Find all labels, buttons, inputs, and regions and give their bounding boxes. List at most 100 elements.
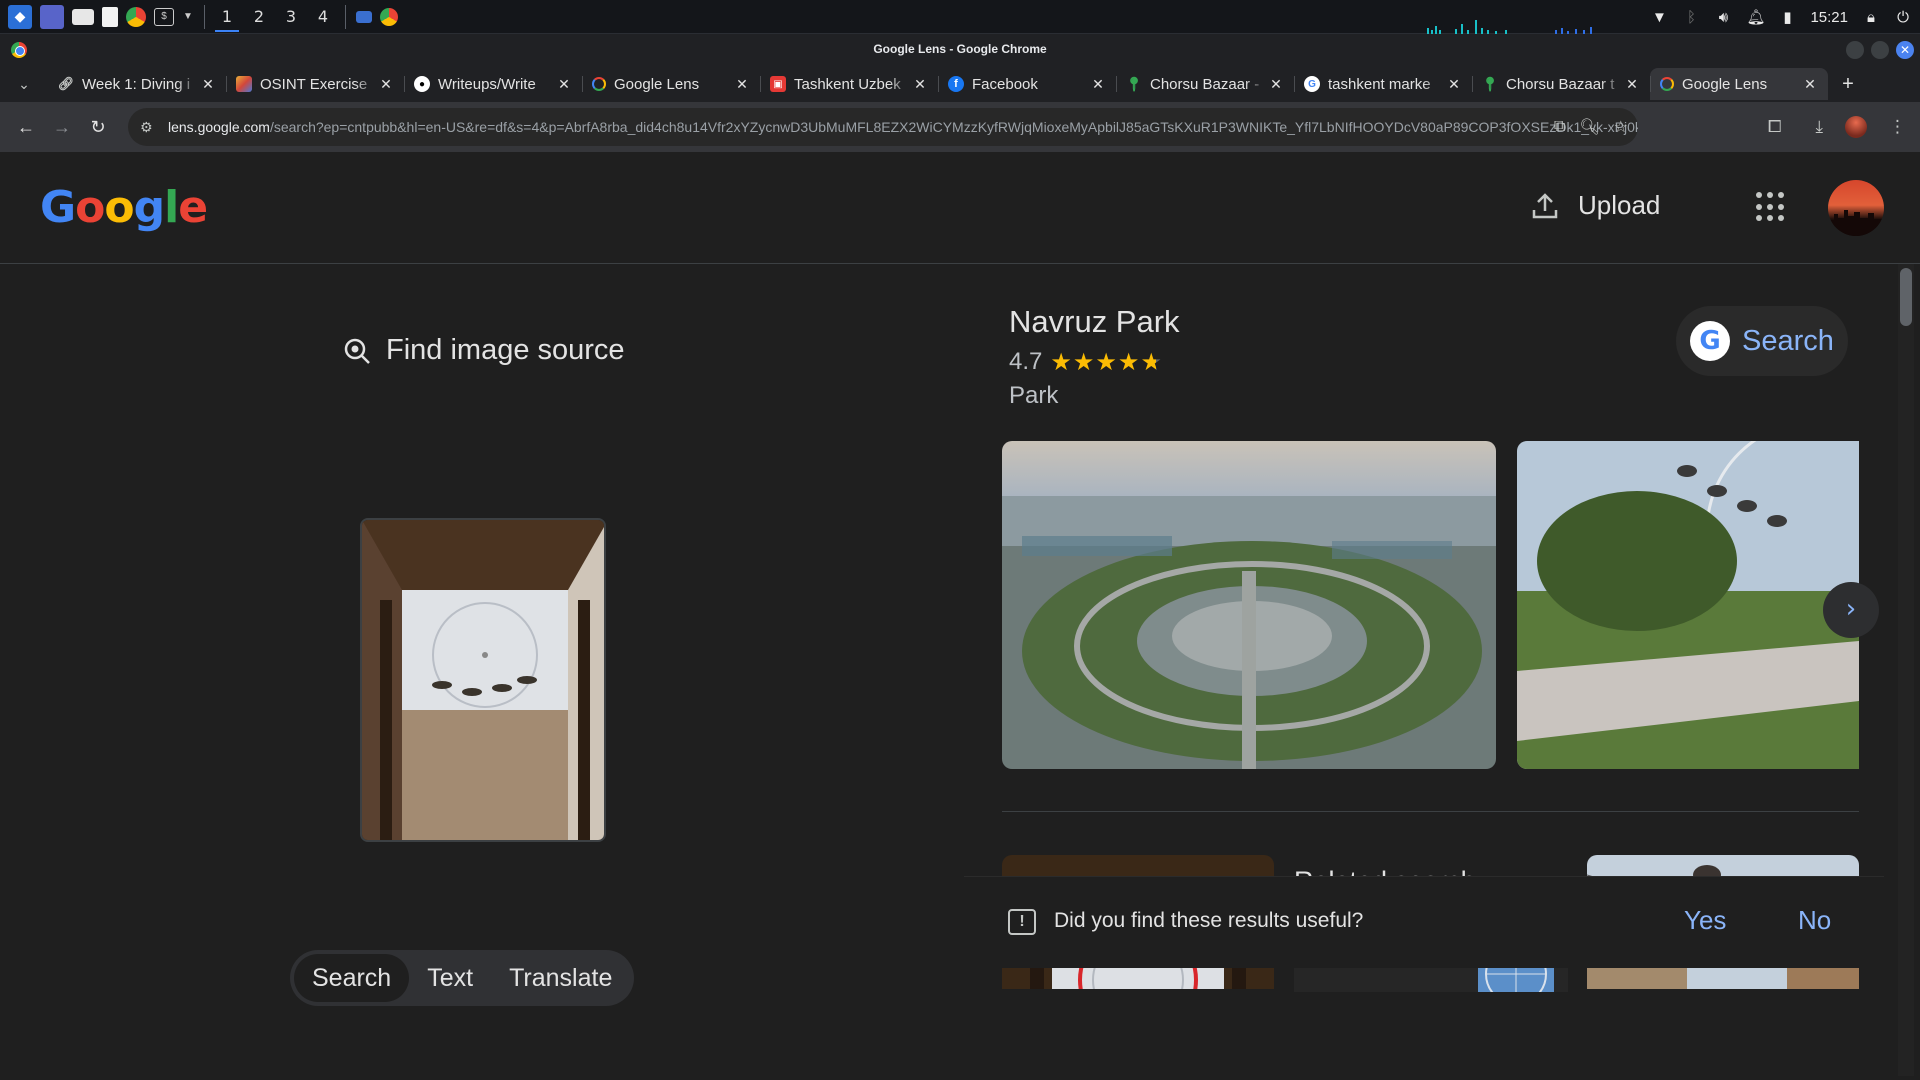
close-tab-icon[interactable]: ✕: [378, 76, 394, 93]
facebook-icon: f: [948, 76, 964, 92]
mode-search-tab[interactable]: Search: [294, 954, 410, 1002]
workspace-1[interactable]: 1: [211, 0, 243, 34]
upload-icon: [1532, 192, 1558, 218]
back-arrow-icon[interactable]: ←: [8, 117, 44, 138]
close-tab-icon[interactable]: ✕: [1446, 76, 1462, 93]
search-button-label: Search: [1742, 324, 1834, 357]
place-type: Park: [1009, 382, 1059, 409]
maximize-button[interactable]: [1871, 41, 1889, 59]
chrome-menu-icon[interactable]: ⋮: [1889, 117, 1906, 137]
upload-button[interactable]: Upload: [1530, 190, 1660, 221]
power-icon[interactable]: ⏻: [1894, 9, 1912, 26]
result-photo-ferris-wheel[interactable]: [1517, 441, 1859, 769]
desktop-icon[interactable]: [40, 4, 64, 29]
wifi-icon[interactable]: ▼: [1650, 9, 1668, 26]
upload-label: Upload: [1578, 190, 1661, 220]
document-viewer-icon[interactable]: [102, 6, 118, 27]
volume-icon[interactable]: 🔊︎: [1714, 9, 1732, 26]
workspace-3[interactable]: 3: [275, 0, 307, 34]
scrollbar-thumb[interactable]: [1900, 268, 1912, 326]
google-logo[interactable]: Google: [40, 182, 208, 233]
bluetooth-icon[interactable]: ᛒ: [1682, 9, 1700, 26]
find-image-source-button[interactable]: Find image source: [342, 334, 625, 367]
account-avatar[interactable]: [1828, 180, 1884, 236]
window-title: Google Lens - Google Chrome: [873, 42, 1047, 56]
window-list-icon[interactable]: [356, 10, 372, 23]
carousel-next-chevron-icon[interactable]: ›: [1823, 582, 1879, 638]
battery-icon[interactable]: ▮: [1778, 8, 1796, 26]
tab-title: Google Lens: [1682, 75, 1768, 93]
tab-tashkent-uzbek[interactable]: ▣ Tashkent Uzbek ✕: [760, 68, 938, 100]
feedback-question: Did you find these results useful?: [1054, 909, 1364, 932]
lens-icon: [1660, 77, 1674, 91]
notification-bell-icon[interactable]: 🔔︎: [1746, 8, 1765, 26]
feedback-yes-button[interactable]: Yes: [1684, 905, 1726, 936]
forward-arrow-icon[interactable]: →: [44, 117, 80, 138]
profile-avatar-icon[interactable]: [1845, 116, 1867, 138]
workspace-4[interactable]: 4: [307, 0, 339, 34]
link-icon: 🔗︎: [57, 76, 75, 91]
result-photo-aerial[interactable]: [1002, 441, 1496, 769]
address-bar[interactable]: ⚙︎ lens.google.com/search?ep=cntpubb&hl=…: [128, 108, 1638, 146]
browser-toolbar: ← → ↻ ⚙︎ lens.google.com/search?ep=cntpu…: [0, 102, 1920, 152]
start-menu-icon[interactable]: ◆: [8, 4, 32, 29]
tab-tashkent-market[interactable]: G tashkent marke ✕: [1294, 68, 1472, 100]
tab-strip: ⌄ 🔗︎ Week 1: Diving i ✕ OSINT Exercise ✕…: [0, 66, 1920, 102]
tab-facebook[interactable]: f Facebook ✕: [938, 68, 1116, 100]
red-favicon: ▣: [770, 76, 786, 92]
tab-title: Chorsu Bazaar -: [1150, 75, 1260, 93]
tab-chorsu-bazaar-1[interactable]: 📍︎ Chorsu Bazaar - ✕: [1116, 68, 1294, 100]
tab-search-chevron-icon[interactable]: ⌄: [0, 76, 48, 93]
reload-icon[interactable]: ↻: [80, 117, 116, 138]
lens-icon: [592, 77, 606, 91]
place-title[interactable]: Navruz Park: [1009, 304, 1180, 340]
zoom-icon[interactable]: 🔍︎: [1579, 117, 1599, 137]
chevron-down-icon[interactable]: ▼: [182, 5, 194, 29]
workspace-2[interactable]: 2: [243, 0, 275, 34]
google-apps-grid-icon[interactable]: [1756, 192, 1786, 222]
tab-google-lens-active[interactable]: Google Lens ✕: [1650, 68, 1828, 100]
page-scrollbar[interactable]: [1898, 264, 1914, 1076]
close-tab-icon[interactable]: ✕: [1624, 76, 1640, 93]
tab-chorsu-bazaar-2[interactable]: 📍︎ Chorsu Bazaar t ✕: [1472, 68, 1650, 100]
query-image[interactable]: [360, 518, 606, 842]
close-tab-icon[interactable]: ✕: [1802, 76, 1818, 93]
network-activity-graph: [1427, 20, 1592, 34]
close-tab-icon[interactable]: ✕: [200, 76, 216, 93]
tab-osint-exercise[interactable]: OSINT Exercise ✕: [226, 68, 404, 100]
feedback-no-button[interactable]: No: [1798, 905, 1831, 936]
section-divider: [1002, 811, 1859, 812]
minimize-button[interactable]: [1846, 41, 1864, 59]
file-manager-icon[interactable]: [72, 8, 94, 25]
terminal-icon[interactable]: $: [154, 7, 174, 26]
close-window-button[interactable]: ✕: [1896, 41, 1914, 59]
github-icon: ●: [414, 76, 430, 92]
close-tab-icon[interactable]: ✕: [1268, 76, 1284, 93]
close-tab-icon[interactable]: ✕: [912, 76, 928, 93]
url-text[interactable]: lens.google.com/search?ep=cntpubb&hl=en-…: [168, 119, 1638, 135]
tab-writeups[interactable]: ● Writeups/Write ✕: [404, 68, 582, 100]
tab-week1[interactable]: 🔗︎ Week 1: Diving i ✕: [48, 68, 226, 100]
taskbar-separator: [204, 4, 205, 29]
tab-google-lens-1[interactable]: Google Lens ✕: [582, 68, 760, 100]
chrome-icon[interactable]: [126, 6, 146, 27]
url-path: /search?ep=cntpubb&hl=en-US&re=df&s=4&p=…: [269, 119, 1638, 135]
find-image-source-label: Find image source: [386, 334, 625, 366]
close-tab-icon[interactable]: ✕: [556, 76, 572, 93]
extensions-puzzle-icon[interactable]: ⧠: [1768, 117, 1782, 137]
install-app-icon[interactable]: ⧉: [1554, 118, 1565, 136]
bookmark-star-icon[interactable]: ☆: [1614, 117, 1628, 137]
mode-translate-tab[interactable]: Translate: [491, 954, 630, 1002]
close-tab-icon[interactable]: ✕: [734, 76, 750, 93]
lock-icon[interactable]: 🔒︎: [1862, 9, 1880, 26]
google-search-button[interactable]: G Search: [1676, 306, 1848, 376]
new-tab-button[interactable]: +: [1832, 73, 1864, 96]
clock[interactable]: 15:21: [1810, 9, 1848, 26]
chrome-window-icon[interactable]: [380, 7, 398, 26]
tab-title: Week 1: Diving i: [82, 75, 191, 93]
close-tab-icon[interactable]: ✕: [1090, 76, 1106, 93]
query-pane: Find image source Search Text Translate: [0, 264, 964, 1080]
mode-text-tab[interactable]: Text: [409, 954, 491, 1002]
site-info-icon[interactable]: ⚙︎: [140, 119, 162, 136]
download-icon[interactable]: ⤓: [1815, 117, 1823, 137]
